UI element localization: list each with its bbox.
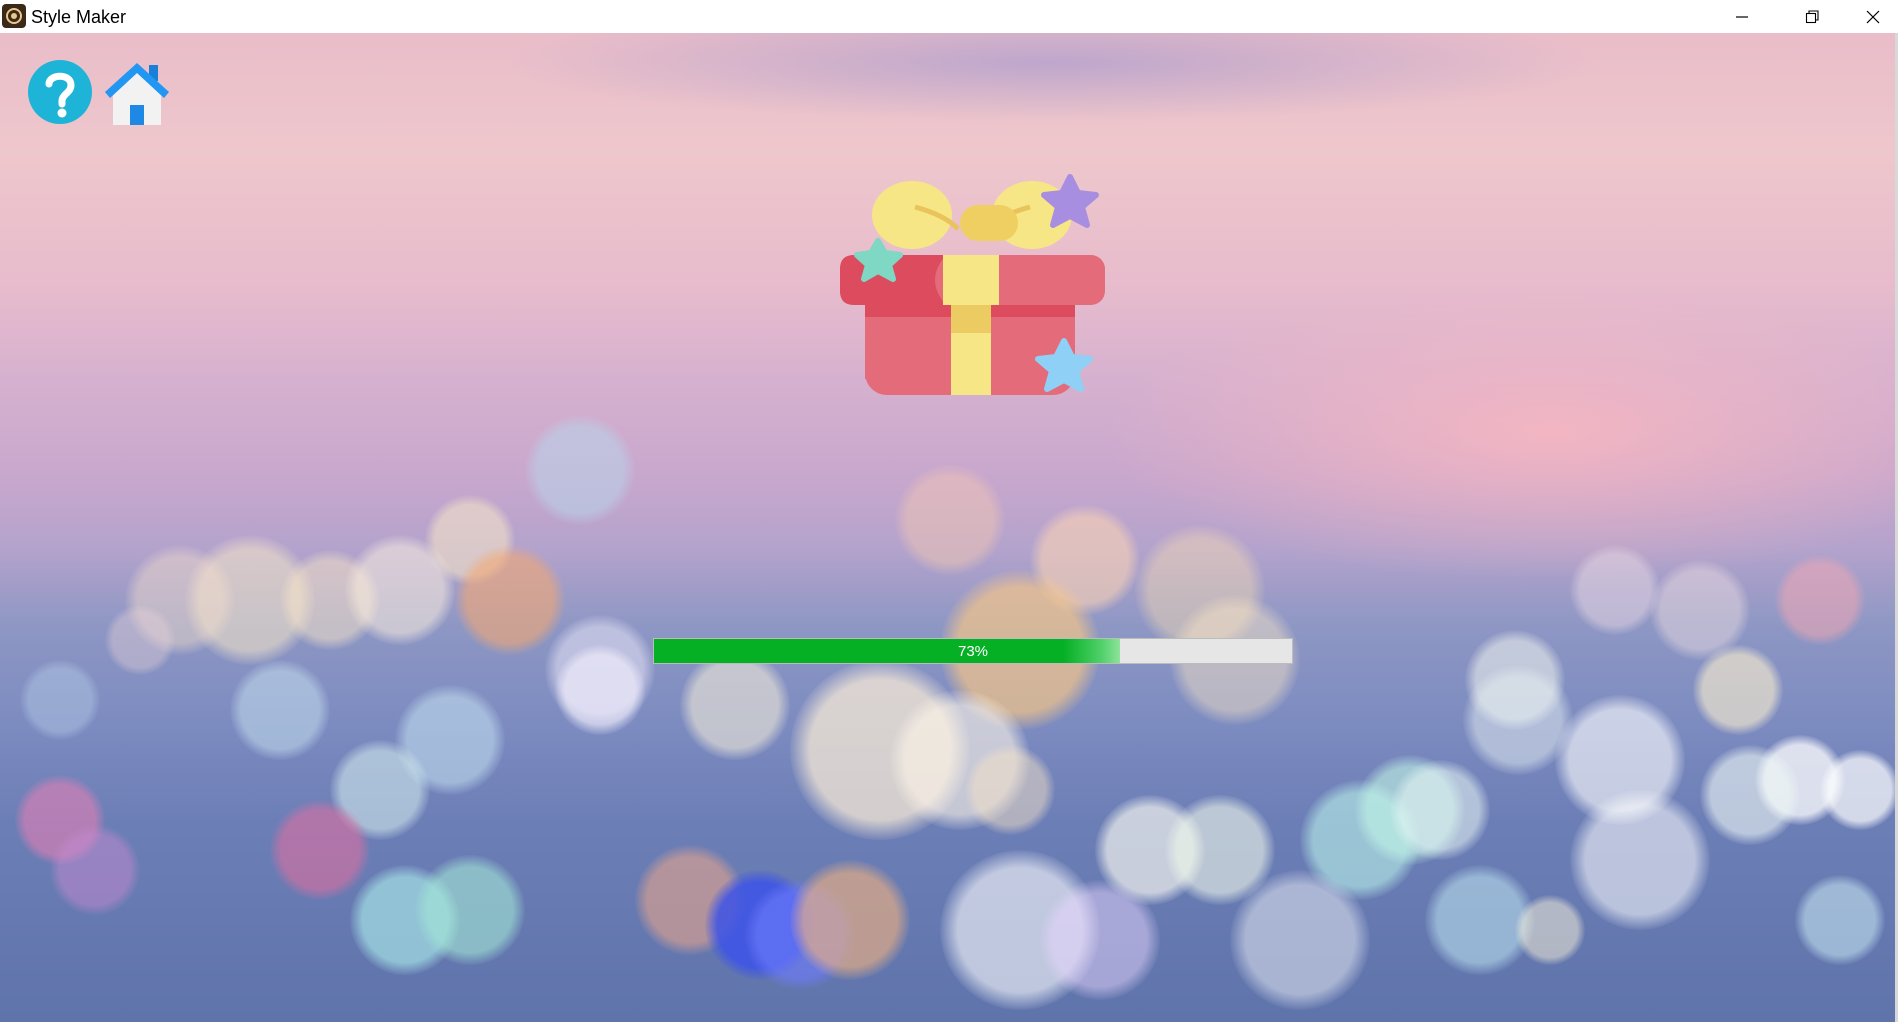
bokeh-light — [790, 860, 910, 980]
home-icon — [105, 63, 169, 125]
gift-box-icon — [840, 174, 1105, 395]
close-button[interactable] — [1848, 0, 1898, 33]
window-title: Style Maker — [31, 7, 127, 27]
progress-bar: 73% — [653, 638, 1293, 664]
main-canvas: 73% — [0, 33, 1898, 1022]
bokeh-light — [415, 855, 525, 965]
help-button[interactable] — [27, 59, 93, 125]
bokeh-light — [680, 650, 790, 760]
bokeh-light — [525, 415, 635, 525]
minimize-icon — [1736, 15, 1748, 18]
restore-button[interactable] — [1778, 0, 1846, 33]
app-icon — [2, 4, 26, 28]
bokeh-light — [270, 800, 370, 900]
restore-icon — [1805, 9, 1819, 23]
bokeh-light — [1775, 555, 1865, 645]
bokeh-light — [1820, 750, 1898, 830]
progress-label: 73% — [957, 642, 989, 660]
title-bar: Style Maker — [0, 0, 1898, 33]
bokeh-light — [1390, 760, 1490, 860]
bokeh-light — [20, 660, 100, 740]
minimize-button[interactable] — [1708, 0, 1776, 33]
bokeh-light — [555, 645, 645, 735]
bokeh-light — [1230, 870, 1370, 1010]
bokeh-light — [895, 465, 1005, 575]
bokeh-light — [455, 545, 565, 655]
bokeh-light — [50, 825, 140, 915]
bokeh-light — [345, 535, 455, 645]
bokeh-light — [1570, 545, 1660, 635]
bokeh-light — [105, 605, 175, 675]
bokeh-light — [1570, 790, 1710, 930]
close-icon — [1866, 10, 1880, 23]
home-button[interactable] — [103, 59, 171, 127]
bokeh-light — [1650, 560, 1750, 660]
bokeh-light — [1515, 895, 1585, 965]
question-icon — [28, 60, 92, 124]
bokeh-light — [965, 745, 1055, 835]
bokeh-light — [1700, 745, 1800, 845]
bokeh-light — [1040, 880, 1160, 1000]
bokeh-light — [230, 660, 330, 760]
bokeh-light — [1795, 875, 1885, 965]
